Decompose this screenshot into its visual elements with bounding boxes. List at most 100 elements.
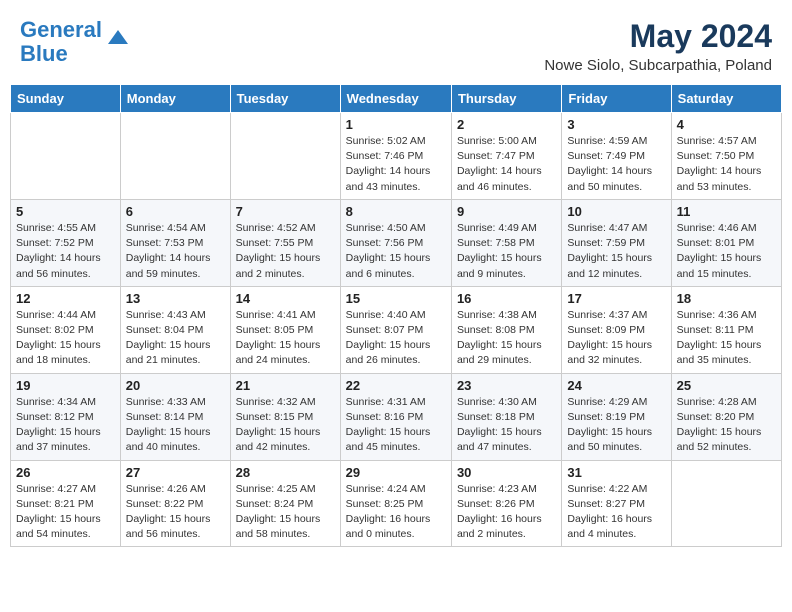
day-info: Sunrise: 4:32 AM Sunset: 8:15 PM Dayligh… bbox=[236, 395, 335, 456]
day-number: 23 bbox=[457, 378, 556, 393]
calendar-day-cell: 1 Sunrise: 5:02 AM Sunset: 7:46 PM Daylig… bbox=[340, 113, 451, 200]
day-number: 7 bbox=[236, 204, 335, 219]
calendar-week-row: 12 Sunrise: 4:44 AM Sunset: 8:02 PM Dayli… bbox=[11, 286, 782, 373]
calendar-week-row: 1 Sunrise: 5:02 AM Sunset: 7:46 PM Daylig… bbox=[11, 113, 782, 200]
day-info: Sunrise: 5:00 AM Sunset: 7:47 PM Dayligh… bbox=[457, 134, 556, 195]
day-number: 29 bbox=[346, 465, 446, 480]
calendar-day-cell: 10Sunrise: 4:47 AM Sunset: 7:59 PM Dayli… bbox=[562, 199, 671, 286]
calendar-day-cell: 23 Sunrise: 4:30 AM Sunset: 8:18 PM Dayli… bbox=[451, 373, 561, 460]
day-info: Sunrise: 4:49 AM Sunset: 7:58 PM Dayligh… bbox=[457, 221, 556, 282]
day-info: Sunrise: 4:54 AM Sunset: 7:53 PM Dayligh… bbox=[126, 221, 225, 282]
day-number: 11 bbox=[677, 204, 776, 219]
calendar-body: 1 Sunrise: 5:02 AM Sunset: 7:46 PM Daylig… bbox=[11, 113, 782, 547]
day-info: Sunrise: 4:24 AM Sunset: 8:25 PM Dayligh… bbox=[346, 482, 446, 543]
day-number: 8 bbox=[346, 204, 446, 219]
location: Nowe Siolo, Subcarpathia, Poland bbox=[544, 57, 772, 74]
day-info: Sunrise: 4:59 AM Sunset: 7:49 PM Dayligh… bbox=[567, 134, 665, 195]
calendar-day-cell: 24 Sunrise: 4:29 AM Sunset: 8:19 PM Dayli… bbox=[562, 373, 671, 460]
day-number: 21 bbox=[236, 378, 335, 393]
weekday-header-cell: Sunday bbox=[11, 85, 121, 113]
calendar-day-cell bbox=[230, 113, 340, 200]
logo: General Blue bbox=[20, 18, 132, 66]
calendar-day-cell: 14Sunrise: 4:41 AM Sunset: 8:05 PM Dayli… bbox=[230, 286, 340, 373]
day-number: 6 bbox=[126, 204, 225, 219]
day-number: 26 bbox=[16, 465, 115, 480]
calendar-day-cell bbox=[11, 113, 121, 200]
calendar-week-row: 5 Sunrise: 4:55 AM Sunset: 7:52 PM Daylig… bbox=[11, 199, 782, 286]
calendar-day-cell: 25 Sunrise: 4:28 AM Sunset: 8:20 PM Dayli… bbox=[671, 373, 781, 460]
weekday-header-row: SundayMondayTuesdayWednesdayThursdayFrid… bbox=[11, 85, 782, 113]
day-number: 15 bbox=[346, 291, 446, 306]
day-info: Sunrise: 4:23 AM Sunset: 8:26 PM Dayligh… bbox=[457, 482, 556, 543]
calendar-table: SundayMondayTuesdayWednesdayThursdayFrid… bbox=[10, 84, 782, 547]
weekday-header-cell: Thursday bbox=[451, 85, 561, 113]
calendar-day-cell bbox=[671, 460, 781, 547]
calendar-day-cell: 17 Sunrise: 4:37 AM Sunset: 8:09 PM Dayli… bbox=[562, 286, 671, 373]
weekday-header-cell: Saturday bbox=[671, 85, 781, 113]
day-number: 18 bbox=[677, 291, 776, 306]
day-info: Sunrise: 4:25 AM Sunset: 8:24 PM Dayligh… bbox=[236, 482, 335, 543]
calendar-day-cell: 5 Sunrise: 4:55 AM Sunset: 7:52 PM Daylig… bbox=[11, 199, 121, 286]
day-info: Sunrise: 4:30 AM Sunset: 8:18 PM Dayligh… bbox=[457, 395, 556, 456]
calendar-day-cell: 16 Sunrise: 4:38 AM Sunset: 8:08 PM Dayli… bbox=[451, 286, 561, 373]
day-info: Sunrise: 4:27 AM Sunset: 8:21 PM Dayligh… bbox=[16, 482, 115, 543]
month-title: May 2024 bbox=[544, 18, 772, 55]
day-info: Sunrise: 4:40 AM Sunset: 8:07 PM Dayligh… bbox=[346, 308, 446, 369]
day-number: 24 bbox=[567, 378, 665, 393]
day-number: 9 bbox=[457, 204, 556, 219]
calendar-day-cell: 12 Sunrise: 4:44 AM Sunset: 8:02 PM Dayli… bbox=[11, 286, 121, 373]
calendar-day-cell: 19 Sunrise: 4:34 AM Sunset: 8:12 PM Dayli… bbox=[11, 373, 121, 460]
day-number: 27 bbox=[126, 465, 225, 480]
day-info: Sunrise: 4:41 AM Sunset: 8:05 PM Dayligh… bbox=[236, 308, 335, 369]
day-number: 10 bbox=[567, 204, 665, 219]
calendar-day-cell: 26 Sunrise: 4:27 AM Sunset: 8:21 PM Dayli… bbox=[11, 460, 121, 547]
calendar-day-cell: 20 Sunrise: 4:33 AM Sunset: 8:14 PM Dayli… bbox=[120, 373, 230, 460]
day-number: 13 bbox=[126, 291, 225, 306]
day-number: 17 bbox=[567, 291, 665, 306]
day-info: Sunrise: 5:02 AM Sunset: 7:46 PM Dayligh… bbox=[346, 134, 446, 195]
day-number: 16 bbox=[457, 291, 556, 306]
day-info: Sunrise: 4:33 AM Sunset: 8:14 PM Dayligh… bbox=[126, 395, 225, 456]
day-info: Sunrise: 4:52 AM Sunset: 7:55 PM Dayligh… bbox=[236, 221, 335, 282]
day-number: 30 bbox=[457, 465, 556, 480]
day-info: Sunrise: 4:28 AM Sunset: 8:20 PM Dayligh… bbox=[677, 395, 776, 456]
calendar-day-cell: 27Sunrise: 4:26 AM Sunset: 8:22 PM Dayli… bbox=[120, 460, 230, 547]
day-info: Sunrise: 4:46 AM Sunset: 8:01 PM Dayligh… bbox=[677, 221, 776, 282]
calendar-week-row: 19 Sunrise: 4:34 AM Sunset: 8:12 PM Dayli… bbox=[11, 373, 782, 460]
calendar-day-cell: 29 Sunrise: 4:24 AM Sunset: 8:25 PM Dayli… bbox=[340, 460, 451, 547]
calendar-day-cell: 8Sunrise: 4:50 AM Sunset: 7:56 PM Daylig… bbox=[340, 199, 451, 286]
day-number: 20 bbox=[126, 378, 225, 393]
day-number: 28 bbox=[236, 465, 335, 480]
calendar-day-cell: 21 Sunrise: 4:32 AM Sunset: 8:15 PM Dayli… bbox=[230, 373, 340, 460]
weekday-header-cell: Friday bbox=[562, 85, 671, 113]
day-number: 12 bbox=[16, 291, 115, 306]
logo-arrow-icon bbox=[104, 24, 132, 52]
calendar-day-cell: 4Sunrise: 4:57 AM Sunset: 7:50 PM Daylig… bbox=[671, 113, 781, 200]
day-info: Sunrise: 4:43 AM Sunset: 8:04 PM Dayligh… bbox=[126, 308, 225, 369]
logo-text: General Blue bbox=[20, 18, 102, 66]
day-info: Sunrise: 4:38 AM Sunset: 8:08 PM Dayligh… bbox=[457, 308, 556, 369]
calendar-day-cell: 22Sunrise: 4:31 AM Sunset: 8:16 PM Dayli… bbox=[340, 373, 451, 460]
day-info: Sunrise: 4:44 AM Sunset: 8:02 PM Dayligh… bbox=[16, 308, 115, 369]
day-info: Sunrise: 4:55 AM Sunset: 7:52 PM Dayligh… bbox=[16, 221, 115, 282]
day-number: 19 bbox=[16, 378, 115, 393]
day-number: 1 bbox=[346, 117, 446, 132]
calendar-day-cell bbox=[120, 113, 230, 200]
day-number: 2 bbox=[457, 117, 556, 132]
calendar-day-cell: 31Sunrise: 4:22 AM Sunset: 8:27 PM Dayli… bbox=[562, 460, 671, 547]
day-number: 5 bbox=[16, 204, 115, 219]
calendar-day-cell: 6 Sunrise: 4:54 AM Sunset: 7:53 PM Daylig… bbox=[120, 199, 230, 286]
day-number: 25 bbox=[677, 378, 776, 393]
day-info: Sunrise: 4:34 AM Sunset: 8:12 PM Dayligh… bbox=[16, 395, 115, 456]
calendar-day-cell: 13 Sunrise: 4:43 AM Sunset: 8:04 PM Dayli… bbox=[120, 286, 230, 373]
day-number: 22 bbox=[346, 378, 446, 393]
calendar-day-cell: 18Sunrise: 4:36 AM Sunset: 8:11 PM Dayli… bbox=[671, 286, 781, 373]
page-header: General Blue May 2024 Nowe Siolo, Subcar… bbox=[10, 10, 782, 78]
weekday-header-cell: Wednesday bbox=[340, 85, 451, 113]
calendar-day-cell: 11 Sunrise: 4:46 AM Sunset: 8:01 PM Dayli… bbox=[671, 199, 781, 286]
title-area: May 2024 Nowe Siolo, Subcarpathia, Polan… bbox=[544, 18, 772, 74]
day-info: Sunrise: 4:29 AM Sunset: 8:19 PM Dayligh… bbox=[567, 395, 665, 456]
day-info: Sunrise: 4:37 AM Sunset: 8:09 PM Dayligh… bbox=[567, 308, 665, 369]
calendar-day-cell: 30 Sunrise: 4:23 AM Sunset: 8:26 PM Dayli… bbox=[451, 460, 561, 547]
calendar-day-cell: 3Sunrise: 4:59 AM Sunset: 7:49 PM Daylig… bbox=[562, 113, 671, 200]
